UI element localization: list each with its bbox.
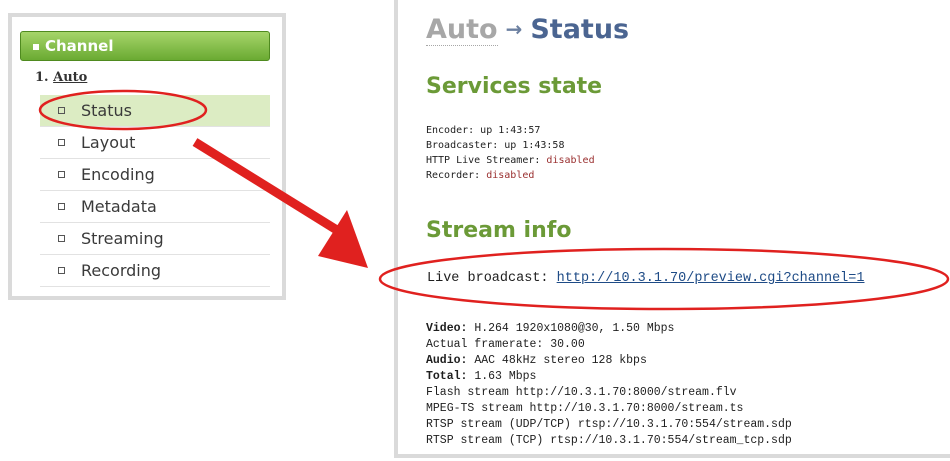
annotation-overlay	[38, 89, 950, 311]
live-broadcast-highlight-ellipse	[378, 247, 950, 311]
status-highlight-ellipse	[38, 89, 208, 131]
annotation-arrow-shaft	[192, 138, 343, 236]
